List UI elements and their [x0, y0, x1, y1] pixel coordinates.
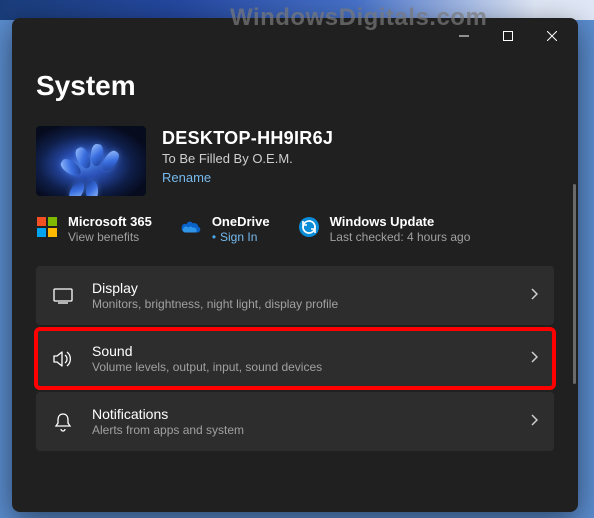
service-microsoft-365[interactable]: Microsoft 365 View benefits	[36, 214, 152, 244]
content-area: System DESKTOP-HH9IR6J To Be Filled By O…	[12, 54, 578, 512]
chevron-right-icon	[530, 287, 538, 305]
list-title: Notifications	[92, 406, 512, 422]
maximize-icon	[503, 31, 513, 41]
list-item-display[interactable]: Display Monitors, brightness, night ligh…	[36, 266, 554, 325]
service-sub: •Sign In	[212, 230, 270, 244]
list-sub: Monitors, brightness, night light, displ…	[92, 297, 512, 311]
list-title: Sound	[92, 343, 512, 359]
page-title: System	[36, 70, 554, 102]
maximize-button[interactable]	[486, 20, 530, 52]
service-sub: View benefits	[68, 230, 152, 244]
minimize-button[interactable]	[442, 20, 486, 52]
chevron-right-icon	[530, 350, 538, 368]
services-row: Microsoft 365 View benefits OneDrive •Si…	[36, 214, 554, 244]
device-info-row: DESKTOP-HH9IR6J To Be Filled By O.E.M. R…	[36, 126, 554, 196]
service-windows-update[interactable]: Windows Update Last checked: 4 hours ago	[298, 214, 471, 244]
service-title: OneDrive	[212, 214, 270, 229]
rename-link[interactable]: Rename	[162, 170, 211, 185]
microsoft-logo-icon	[36, 216, 58, 238]
onedrive-icon	[180, 216, 202, 238]
list-title: Display	[92, 280, 512, 296]
display-icon	[52, 288, 74, 304]
device-text: DESKTOP-HH9IR6J To Be Filled By O.E.M. R…	[162, 126, 333, 187]
settings-window: System DESKTOP-HH9IR6J To Be Filled By O…	[12, 18, 578, 512]
list-item-sound[interactable]: Sound Volume levels, output, input, soun…	[36, 329, 554, 388]
service-title: Microsoft 365	[68, 214, 152, 229]
device-oem: To Be Filled By O.E.M.	[162, 151, 333, 166]
device-wallpaper-thumbnail[interactable]	[36, 126, 146, 196]
settings-list: Display Monitors, brightness, night ligh…	[36, 266, 554, 451]
update-icon	[298, 216, 320, 238]
service-title: Windows Update	[330, 214, 471, 229]
desktop-background	[0, 0, 594, 20]
chevron-right-icon	[530, 413, 538, 431]
device-name: DESKTOP-HH9IR6J	[162, 128, 333, 149]
notifications-icon	[52, 412, 74, 432]
titlebar	[12, 18, 578, 54]
list-item-notifications[interactable]: Notifications Alerts from apps and syste…	[36, 392, 554, 451]
sound-icon	[52, 350, 74, 368]
bloom-graphic	[62, 138, 114, 186]
list-sub: Alerts from apps and system	[92, 423, 512, 437]
minimize-icon	[459, 31, 469, 41]
close-button[interactable]	[530, 20, 574, 52]
scrollbar[interactable]	[573, 184, 576, 384]
list-sub: Volume levels, output, input, sound devi…	[92, 360, 512, 374]
service-onedrive[interactable]: OneDrive •Sign In	[180, 214, 270, 244]
service-sub: Last checked: 4 hours ago	[330, 230, 471, 244]
close-icon	[547, 31, 557, 41]
